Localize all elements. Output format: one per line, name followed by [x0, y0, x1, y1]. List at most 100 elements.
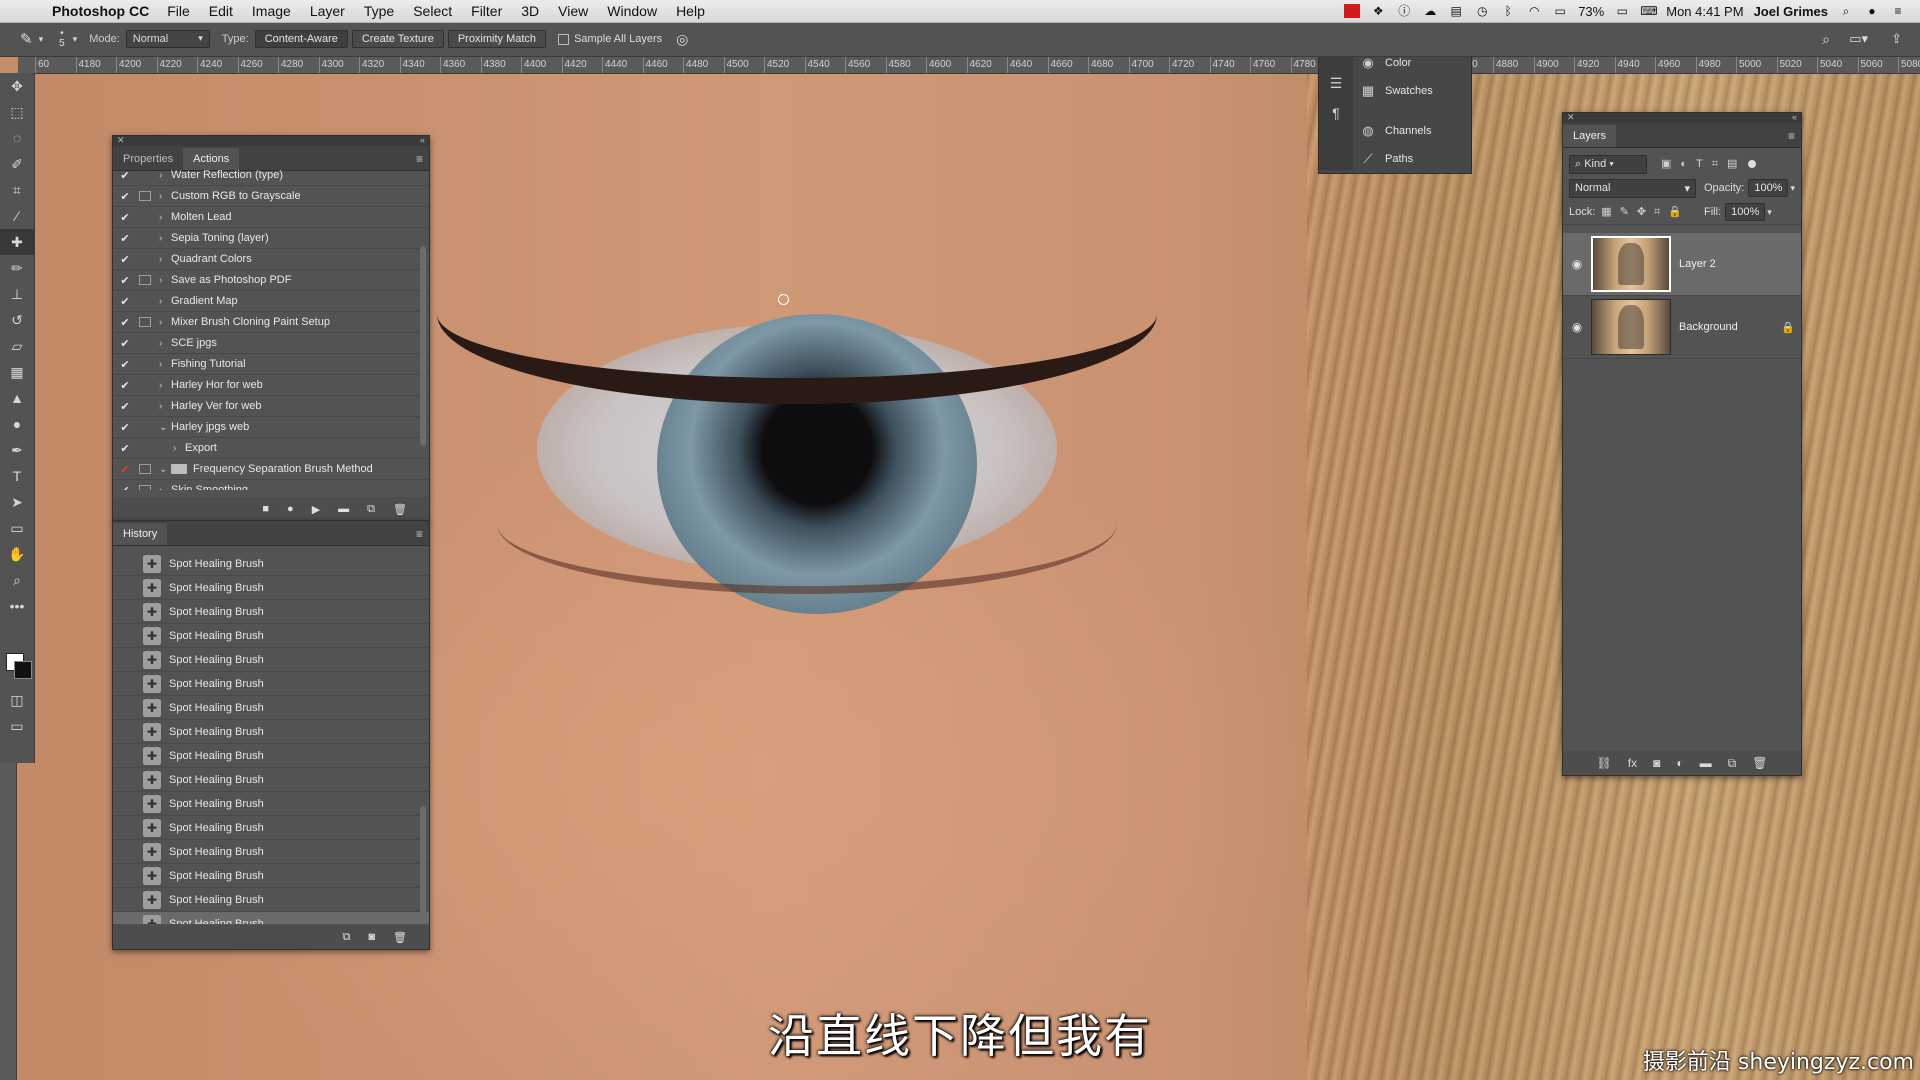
- chevron-down-icon[interactable]: ⌄: [159, 422, 171, 433]
- chevron-right-icon[interactable]: ›: [159, 275, 171, 286]
- action-toggle-checkmark-icon[interactable]: ✔: [117, 337, 133, 350]
- menu-type[interactable]: Type: [364, 3, 394, 19]
- action-row[interactable]: ✔ › Harley Ver for web: [113, 396, 429, 417]
- chevron-right-icon[interactable]: ›: [159, 212, 171, 223]
- action-toggle-checkmark-icon[interactable]: ✔: [117, 169, 133, 182]
- action-toggle-checkmark-icon[interactable]: ✔: [117, 274, 133, 287]
- layer-name[interactable]: Layer 2: [1679, 258, 1801, 270]
- history-scrollbar[interactable]: [420, 806, 426, 916]
- blend-mode-select[interactable]: Normal ▾: [1569, 178, 1696, 198]
- dock-paths[interactable]: ⟋ Paths: [1359, 145, 1413, 173]
- create-texture-button[interactable]: Create Texture: [351, 30, 444, 48]
- history-brush-source-box[interactable]: [123, 919, 133, 925]
- keyboard-icon[interactable]: ⌨: [1640, 4, 1657, 18]
- history-state-row[interactable]: ✚ Spot Healing Brush: [113, 624, 429, 648]
- history-state-row[interactable]: ✚ Spot Healing Brush: [113, 672, 429, 696]
- actions-scrollbar[interactable]: [420, 246, 426, 446]
- history-state-row[interactable]: ✚ Spot Healing Brush: [113, 864, 429, 888]
- add-mask-icon[interactable]: ◙: [1653, 756, 1660, 770]
- history-brush-source-box[interactable]: [123, 631, 133, 641]
- fill-input[interactable]: 100%: [1725, 203, 1766, 221]
- play-icon[interactable]: ▶: [312, 503, 320, 516]
- brush-picker-chevron-icon[interactable]: ▾: [73, 34, 78, 45]
- trash-icon[interactable]: 🗑: [393, 931, 407, 944]
- action-row[interactable]: ✔ ⌄ Harley jpgs web: [113, 417, 429, 438]
- record-icon[interactable]: ●: [287, 503, 294, 515]
- history-state-row[interactable]: ✚ Spot Healing Brush: [113, 648, 429, 672]
- opacity-chevron-icon[interactable]: ▾: [1790, 183, 1795, 194]
- action-row[interactable]: ✔ ⌄ Frequency Separation Brush Method: [113, 459, 429, 480]
- history-brush-source-box[interactable]: [123, 703, 133, 713]
- notification-icon[interactable]: ▤: [1448, 4, 1464, 18]
- action-row[interactable]: ✔ › Water Reflection (type): [113, 165, 429, 186]
- menu-layer[interactable]: Layer: [310, 3, 345, 19]
- action-row[interactable]: ✔ › Harley Hor for web: [113, 375, 429, 396]
- lock-icon[interactable]: 🔒: [1781, 321, 1801, 334]
- dock-swatches[interactable]: ▦ Swatches: [1359, 77, 1433, 105]
- history-brush-source-box[interactable]: [123, 847, 133, 857]
- close-icon[interactable]: ✕: [117, 135, 125, 146]
- action-row[interactable]: ✔ › SCE jpgs: [113, 333, 429, 354]
- opacity-input[interactable]: 100%: [1748, 179, 1789, 197]
- history-state-row[interactable]: ✚ Spot Healing Brush: [113, 552, 429, 576]
- history-state-row[interactable]: ✚ Spot Healing Brush: [113, 768, 429, 792]
- menu-select[interactable]: Select: [413, 3, 452, 19]
- dodge-tool-icon[interactable]: ●: [0, 411, 34, 437]
- history-brush-tool-icon[interactable]: ↺: [0, 307, 34, 333]
- action-toggle-checkmark-icon[interactable]: ✔: [117, 400, 133, 413]
- record-icon[interactable]: [1344, 4, 1361, 18]
- gradient-tool-icon[interactable]: ▦: [0, 359, 34, 385]
- trash-icon[interactable]: 🗑: [1752, 756, 1767, 770]
- action-toggle-checkmark-icon[interactable]: ✔: [117, 295, 133, 308]
- history-state-row[interactable]: ✚ Spot Healing Brush: [113, 840, 429, 864]
- menu-3d[interactable]: 3D: [521, 3, 539, 19]
- new-set-folder-icon[interactable]: ▬: [338, 503, 349, 515]
- time-machine-icon[interactable]: ◷: [1474, 4, 1490, 18]
- chevron-right-icon[interactable]: ›: [159, 317, 171, 328]
- spot-healing-brush-tool-icon[interactable]: ✚: [0, 229, 34, 255]
- filter-toggle-icon[interactable]: [1748, 160, 1757, 168]
- tab-layers[interactable]: Layers: [1563, 125, 1617, 147]
- history-brush-source-box[interactable]: [123, 583, 133, 593]
- brush-preset-picker[interactable]: • 5: [59, 29, 65, 49]
- dialog-toggle-icon[interactable]: [139, 191, 151, 201]
- stop-icon[interactable]: ■: [262, 503, 269, 515]
- fx-icon[interactable]: fx: [1628, 756, 1637, 770]
- battery-icon[interactable]: ▭: [1614, 4, 1630, 18]
- zoom-tool-icon[interactable]: ⌕: [0, 567, 34, 593]
- action-toggle-checkmark-icon[interactable]: ✔: [117, 358, 133, 371]
- layer-thumbnail[interactable]: [1591, 236, 1671, 292]
- action-row[interactable]: ✔ › Fishing Tutorial: [113, 354, 429, 375]
- collapse-icon[interactable]: «: [1792, 112, 1797, 122]
- app-name[interactable]: Photoshop CC: [52, 3, 149, 19]
- action-toggle-checkmark-icon[interactable]: ✔: [117, 442, 133, 455]
- chevron-right-icon[interactable]: ›: [159, 170, 171, 181]
- action-row[interactable]: ✔ › Gradient Map: [113, 291, 429, 312]
- history-state-row[interactable]: ✚ Spot Healing Brush: [113, 792, 429, 816]
- background-color-swatch[interactable]: [14, 661, 32, 679]
- chevron-right-icon[interactable]: ›: [173, 443, 185, 454]
- brush-tool-icon[interactable]: ✏: [0, 255, 34, 281]
- snapshot-camera-icon[interactable]: ◙: [368, 931, 375, 943]
- eyedropper-tool-icon[interactable]: ⁄: [0, 203, 34, 229]
- action-row[interactable]: ✔ › Quadrant Colors: [113, 249, 429, 270]
- history-state-row[interactable]: ✚ Spot Healing Brush: [113, 696, 429, 720]
- airplay-icon[interactable]: ▭: [1552, 4, 1568, 18]
- chevron-right-icon[interactable]: ›: [159, 380, 171, 391]
- proximity-match-button[interactable]: Proximity Match: [447, 30, 547, 48]
- action-toggle-checkmark-icon[interactable]: ✔: [117, 316, 133, 329]
- user-name[interactable]: Joel Grimes: [1754, 4, 1828, 19]
- pressure-size-icon[interactable]: ◎: [676, 31, 688, 48]
- action-toggle-checkmark-icon[interactable]: ✔: [117, 190, 133, 203]
- action-row[interactable]: ✔ › Mixer Brush Cloning Paint Setup: [113, 312, 429, 333]
- path-selection-tool-icon[interactable]: ➤: [0, 489, 34, 515]
- action-row[interactable]: ✔ › Export: [113, 438, 429, 459]
- lasso-tool-icon[interactable]: ◌: [0, 125, 34, 151]
- chevron-right-icon[interactable]: ›: [159, 401, 171, 412]
- screen-mode-icon[interactable]: ▭: [0, 713, 34, 739]
- action-toggle-checkmark-icon[interactable]: ✔: [117, 379, 133, 392]
- action-toggle-checkmark-icon[interactable]: ✔: [117, 211, 133, 224]
- adjustment-layer-icon[interactable]: ◐: [1676, 756, 1683, 770]
- new-layer-icon[interactable]: ⧉: [1728, 756, 1737, 771]
- siri-icon[interactable]: ●: [1864, 4, 1880, 18]
